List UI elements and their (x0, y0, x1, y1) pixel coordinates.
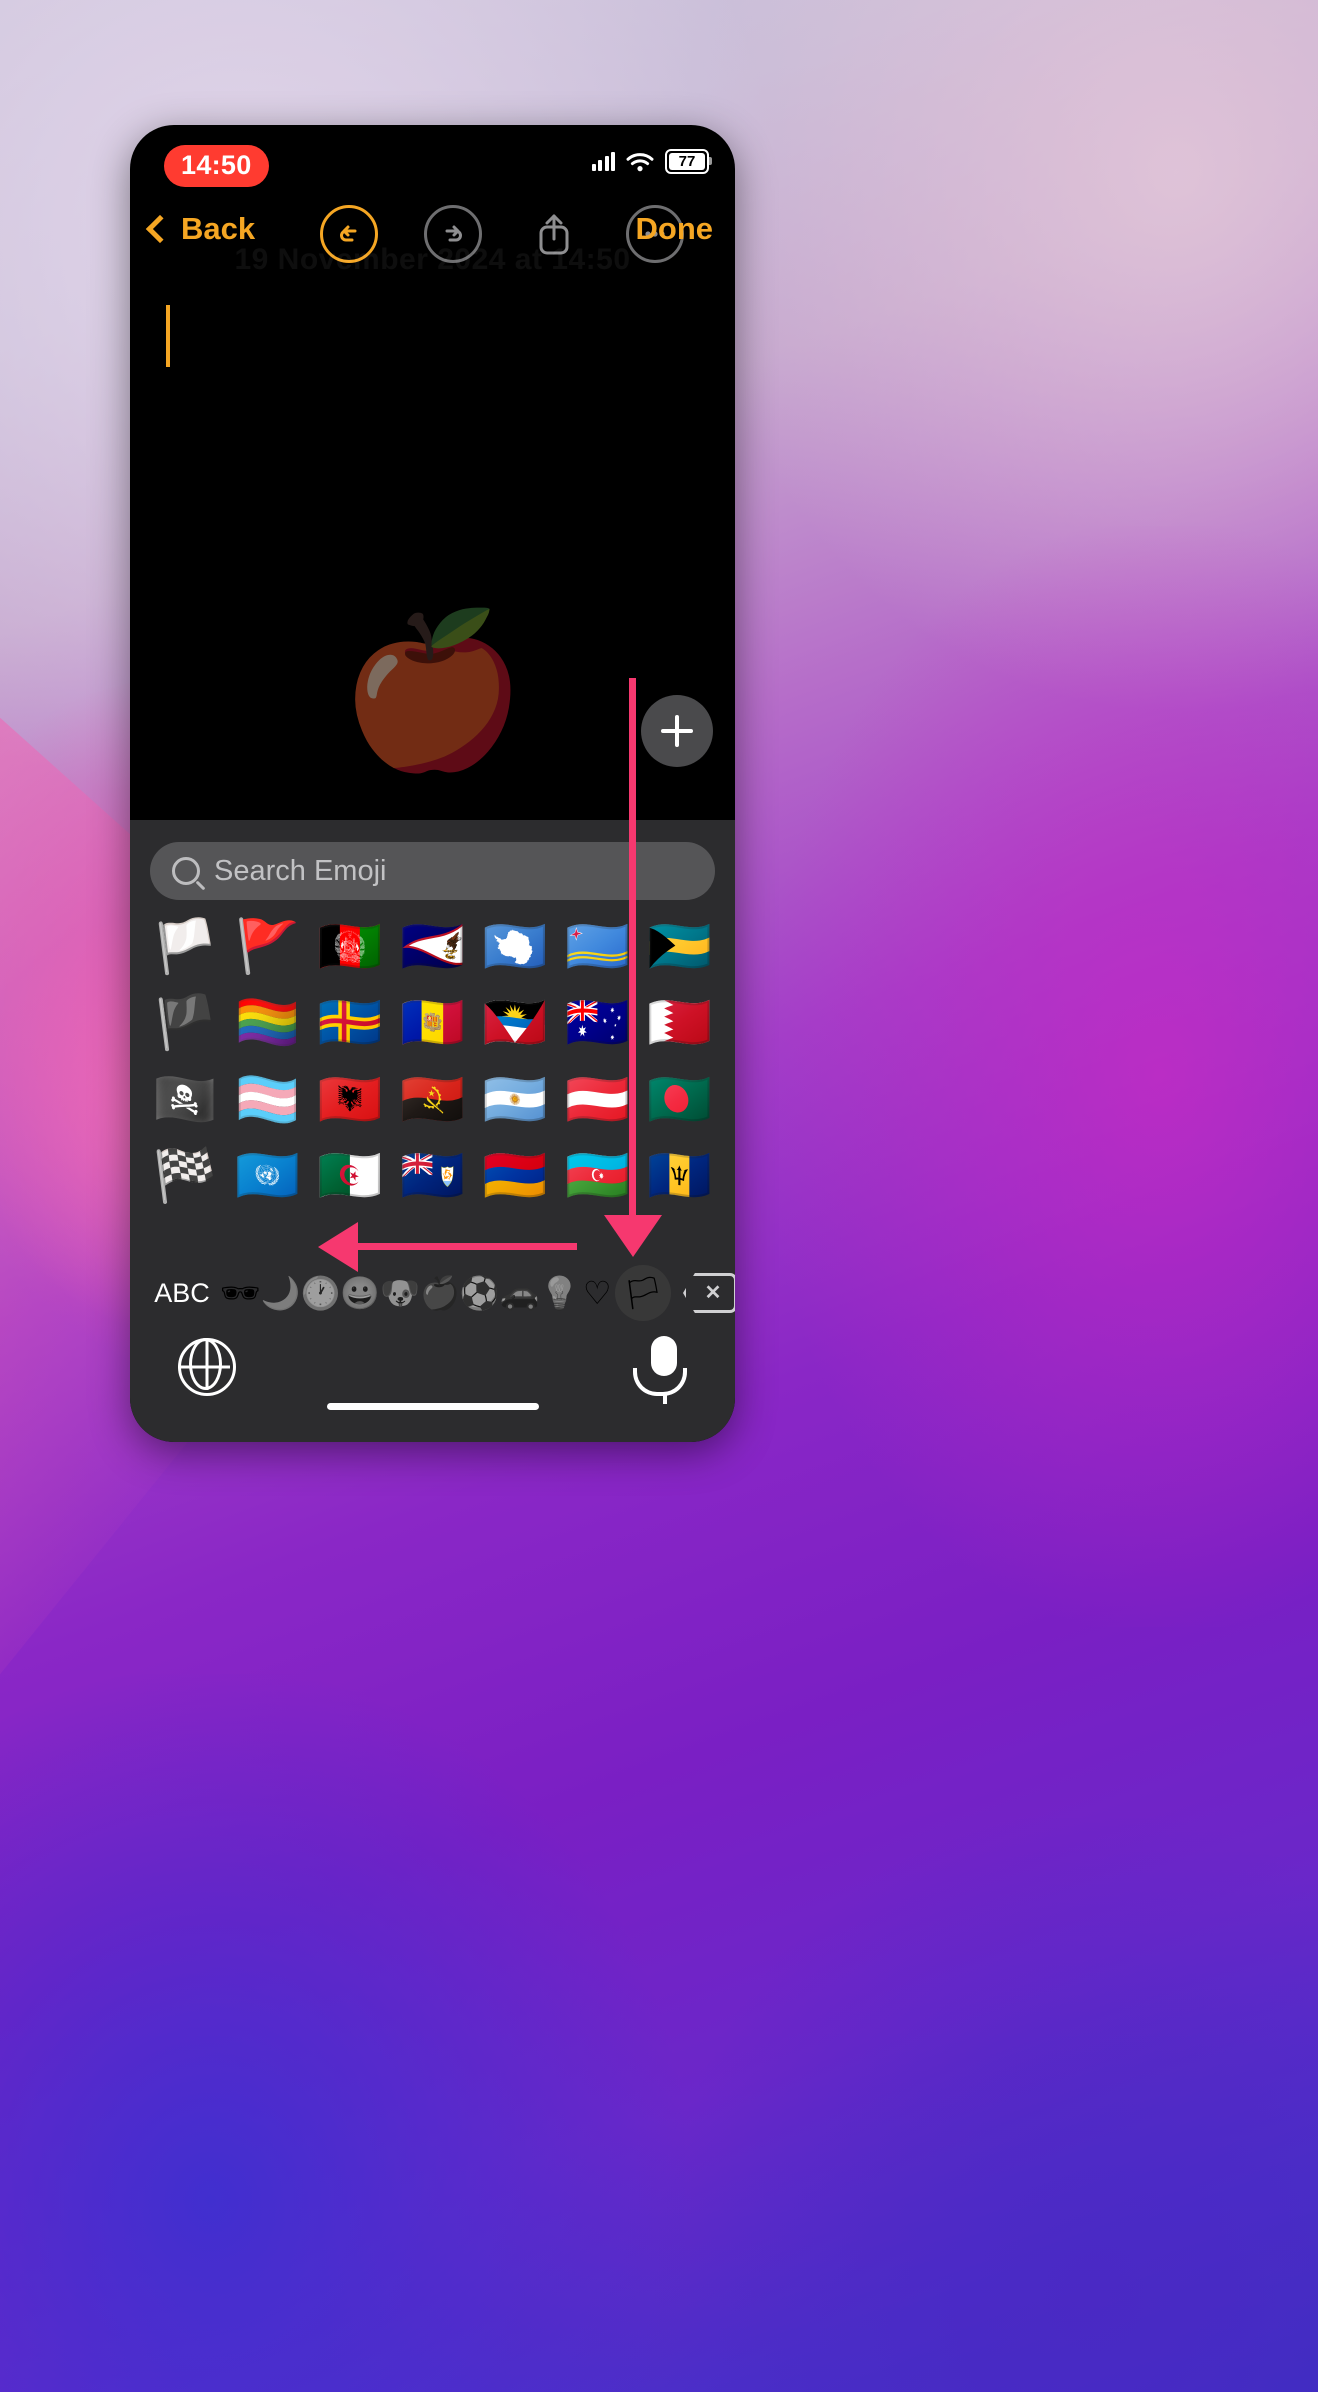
cellular-signal-icon (591, 152, 615, 171)
globe-icon[interactable] (178, 1338, 236, 1396)
redo-button[interactable] (424, 205, 482, 263)
emoji-cell[interactable]: 🇦🇱 (318, 1069, 383, 1131)
note-toolbar: Back Done (130, 197, 735, 275)
redo-icon (445, 225, 462, 242)
category-flags[interactable]: 🏳 (615, 1265, 671, 1321)
keyboard-bottom-bar (130, 1330, 735, 1422)
undo-button[interactable] (320, 205, 378, 263)
battery-icon: 77 (665, 149, 712, 174)
emoji-cell[interactable]: 🇺🇳 (235, 1145, 300, 1207)
emoji-grid[interactable]: 🏳️ 🚩 🇦🇫 🇦🇸 🇦🇶 🇦🇼 🇧🇸 🏴 🏳️‍🌈 🇦🇽 🇦🇩 🇦🇬 🇦🇺 🇧🇭 🏴‍☠️ 🏳️‍⚧️ 🇦🇱 🇦… (130, 900, 735, 1208)
status-bar: 14:50 77 (130, 125, 735, 197)
back-button[interactable]: Back (145, 211, 256, 247)
share-icon (539, 214, 569, 255)
category-food[interactable]: 🍎 (420, 1277, 460, 1309)
done-button[interactable]: Done (636, 211, 714, 247)
emoji-cell[interactable]: 🇧🇸 (647, 916, 712, 978)
emoji-cell[interactable]: 🇦🇽 (318, 992, 383, 1054)
emoji-cell[interactable]: 🇦🇲 (483, 1145, 548, 1207)
emoji-cell[interactable]: 🏳️‍⚧️ (235, 1069, 300, 1131)
back-button-label: Back (181, 211, 256, 246)
category-stickers[interactable]: 🌙 (261, 1277, 301, 1309)
category-objects[interactable]: 💡 (540, 1277, 580, 1309)
annotation-arrow-vertical-head (604, 1215, 662, 1257)
emoji-cell[interactable]: 🇦🇩 (400, 992, 465, 1054)
emoji-cell[interactable]: 🇦🇸 (400, 916, 465, 978)
category-travel[interactable]: 🚗 (500, 1277, 540, 1309)
category-animals[interactable]: 🐶 (380, 1277, 420, 1309)
category-recents[interactable]: 🕶 (220, 1277, 261, 1309)
note-editor[interactable]: 🍎 (130, 275, 735, 820)
search-icon (172, 857, 200, 885)
emoji-cell[interactable]: 🏴‍☠️ (153, 1069, 218, 1131)
emoji-cell[interactable]: 🇦🇼 (565, 916, 630, 978)
undo-icon (340, 225, 357, 242)
emoji-cell[interactable]: 🇦🇿 (565, 1145, 630, 1207)
annotation-arrow-horizontal-head (318, 1222, 358, 1272)
emoji-cell[interactable]: 🏳️‍🌈 (235, 992, 300, 1054)
status-time: 14:50 (164, 145, 269, 187)
chevron-left-icon (145, 214, 175, 244)
emoji-cell[interactable]: 🇦🇮 (400, 1145, 465, 1207)
emoji-cell[interactable]: 🏁 (153, 1145, 218, 1207)
wifi-icon (626, 152, 654, 171)
emoji-cell[interactable]: 🇧🇩 (647, 1069, 712, 1131)
microphone-stem (663, 1392, 667, 1404)
emoji-cell[interactable]: 🚩 (235, 916, 300, 978)
text-caret (166, 305, 170, 367)
emoji-cell[interactable]: 🇦🇶 (483, 916, 548, 978)
emoji-cell[interactable]: 🇦🇷 (483, 1069, 548, 1131)
delete-backward-icon: ✕ (683, 1273, 735, 1313)
share-button[interactable] (528, 208, 580, 260)
emoji-cell[interactable]: 🇧🇭 (647, 992, 712, 1054)
home-indicator[interactable] (326, 1403, 539, 1410)
emoji-cell[interactable]: 🇦🇹 (565, 1069, 630, 1131)
emoji-cell[interactable]: 🇧🇧 (647, 1145, 712, 1207)
abc-keyboard-button[interactable]: ABC (144, 1278, 220, 1309)
emoji-cell[interactable]: 🇦🇬 (483, 992, 548, 1054)
emoji-category-bar: ABC 🕶 🌙 🕐 😀 🐶 🍎 ⚽ 🚗 💡 ♡ 🏳 ✕ (130, 1262, 735, 1324)
microphone-arc (633, 1368, 687, 1396)
emoji-cell[interactable]: 🇦🇫 (318, 916, 383, 978)
category-frequently-used[interactable]: 🕐 (300, 1277, 340, 1309)
emoji-keyboard: Search Emoji 🏳️ 🚩 🇦🇫 🇦🇸 🇦🇶 🇦🇼 🇧🇸 🏴 🏳️‍🌈 🇦🇽 🇦🇩 🇦🇬 🇦🇺 🇧… (130, 820, 735, 1442)
emoji-cell[interactable]: 🏳️ (153, 916, 218, 978)
battery-percent: 77 (678, 153, 696, 170)
annotation-arrow-vertical (629, 678, 636, 1238)
emoji-cell[interactable]: 🇦🇺 (565, 992, 630, 1054)
emoji-cell[interactable]: 🏴 (153, 992, 218, 1054)
category-smileys[interactable]: 😀 (340, 1277, 380, 1309)
annotation-arrow-horizontal (352, 1243, 577, 1250)
delete-backward-button[interactable]: ✕ (671, 1273, 735, 1313)
emoji-cell[interactable]: 🇩🇿 (318, 1145, 383, 1207)
emoji-search-placeholder: Search Emoji (214, 854, 387, 887)
emoji-cell[interactable]: 🇦🇴 (400, 1069, 465, 1131)
add-attachment-button[interactable] (641, 695, 713, 767)
category-symbols[interactable]: ♡ (579, 1277, 615, 1309)
category-activity[interactable]: ⚽ (460, 1277, 500, 1309)
apple-logo-watermark: 🍎 (339, 606, 526, 774)
